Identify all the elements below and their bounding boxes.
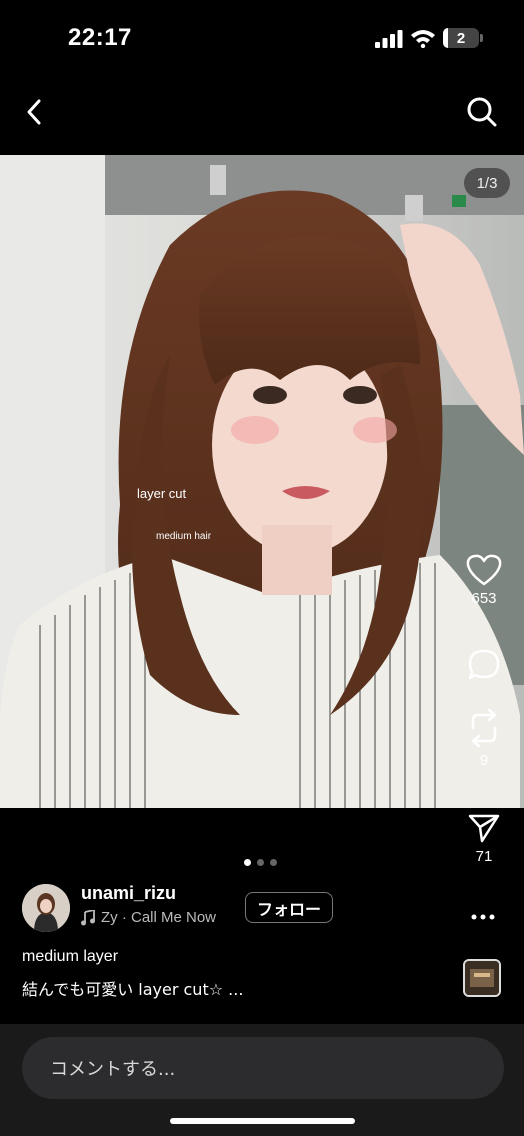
status-time: 22:17 bbox=[68, 24, 132, 51]
comment-input[interactable]: コメントする... bbox=[22, 1037, 504, 1099]
pagination-dot bbox=[257, 859, 264, 866]
search-button[interactable] bbox=[462, 92, 502, 132]
battery-level-text: 2 bbox=[456, 29, 466, 47]
search-icon bbox=[467, 97, 497, 127]
status-bar: 22:17 2 bbox=[0, 0, 524, 80]
send-icon bbox=[468, 814, 500, 843]
post-photo-illustration bbox=[0, 155, 524, 808]
author-avatar[interactable] bbox=[22, 884, 70, 932]
more-dots-icon bbox=[471, 914, 495, 920]
post-screen: 22:17 2 1/3 layer cut medium hair 653 9 … bbox=[0, 0, 524, 1136]
photo-overlay-subtext: medium hair bbox=[156, 531, 212, 542]
share-count: 71 bbox=[475, 848, 493, 865]
audio-thumbnail[interactable] bbox=[463, 959, 501, 997]
avatar-image bbox=[22, 884, 70, 932]
pagination-dots bbox=[244, 859, 277, 866]
wifi-icon bbox=[411, 30, 435, 48]
like-button[interactable]: 653 bbox=[460, 554, 508, 607]
caption-body[interactable]: 結んでも可愛い layer cut☆ ... bbox=[22, 976, 243, 1000]
like-count: 653 bbox=[471, 590, 497, 607]
battery-icon: 2 bbox=[443, 28, 479, 48]
music-label: Zy · Call Me Now bbox=[101, 909, 217, 926]
back-button[interactable] bbox=[16, 92, 52, 132]
photo-overlay-text: layer cut bbox=[137, 486, 187, 501]
chevron-left-icon bbox=[27, 99, 41, 125]
caption-title: medium layer bbox=[22, 948, 119, 965]
repost-icon bbox=[471, 708, 497, 748]
home-indicator bbox=[170, 1118, 355, 1124]
repost-button[interactable]: 9 bbox=[460, 708, 508, 769]
follow-button[interactable]: フォロー bbox=[245, 892, 333, 923]
author-username[interactable]: unami_rizu bbox=[81, 883, 176, 904]
image-counter: 1/3 bbox=[464, 168, 510, 198]
comment-bubble-icon bbox=[468, 649, 500, 680]
music-note-icon bbox=[81, 909, 95, 925]
music-info[interactable]: Zy · Call Me Now bbox=[81, 909, 216, 926]
heart-icon bbox=[466, 554, 502, 586]
repost-count: 9 bbox=[479, 752, 489, 769]
comment-button[interactable] bbox=[460, 648, 508, 682]
share-button[interactable]: 71 bbox=[460, 812, 508, 865]
battery-cap bbox=[480, 34, 483, 42]
cellular-signal-icon bbox=[375, 30, 403, 48]
pagination-dot bbox=[270, 859, 277, 866]
thumbnail-image bbox=[465, 961, 499, 995]
post-photo[interactable] bbox=[0, 155, 524, 808]
pagination-dot-active bbox=[244, 859, 251, 866]
more-options-button[interactable] bbox=[468, 902, 498, 932]
